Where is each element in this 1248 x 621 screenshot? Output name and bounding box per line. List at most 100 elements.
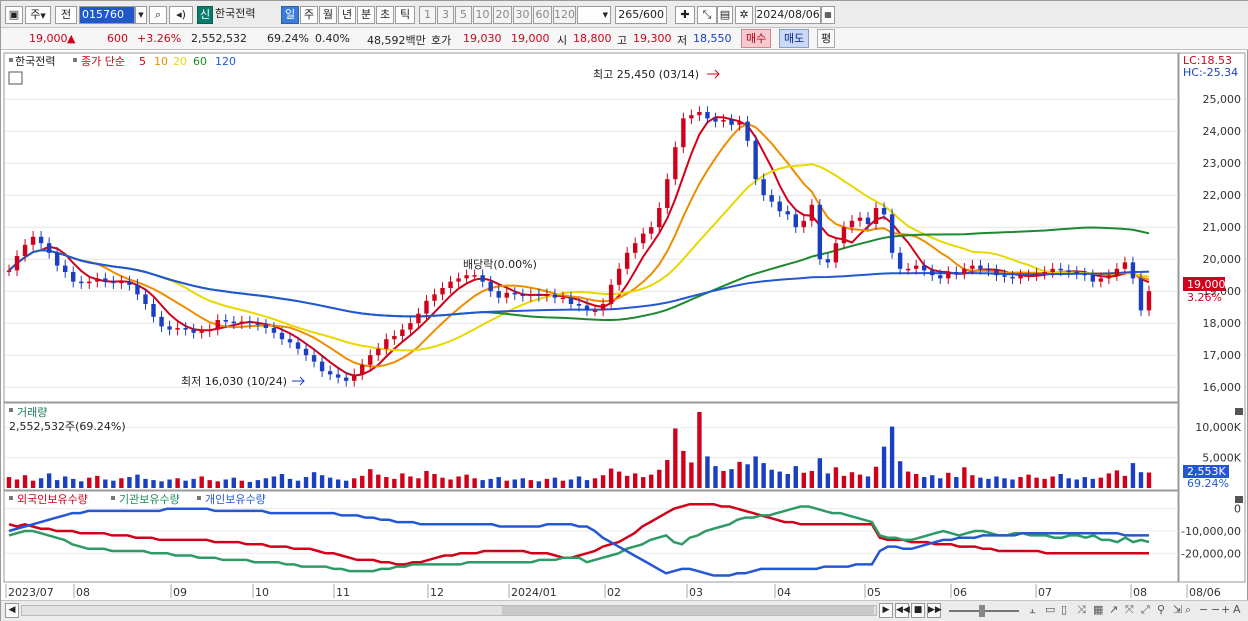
bar-chart-icon[interactable]: ▭ — [1045, 603, 1055, 616]
zoom-out-icon[interactable]: − — [1199, 603, 1208, 616]
count-120[interactable]: 120 — [553, 6, 576, 24]
candle-body — [271, 328, 277, 333]
legend-ma10[interactable]: 10 — [154, 55, 168, 68]
cycle-select[interactable]: 주▼ — [25, 6, 51, 24]
scroll-left-icon[interactable]: ◀ — [5, 603, 19, 618]
legend-institution[interactable]: 기관보유수량 — [119, 493, 180, 506]
chart-area[interactable]: 16,000 17,000 18,000 19,000 20,000 21,000 22,0… — [1, 50, 1247, 600]
volume-bar — [287, 478, 293, 488]
draw-tool-icon[interactable]: ⤡ — [697, 6, 717, 24]
jeon-button[interactable]: 전 — [55, 6, 77, 24]
layout-icon[interactable]: ▦ — [1093, 603, 1103, 616]
horizontal-scrollbar[interactable] — [21, 605, 877, 616]
tools-icon[interactable]: ⚲ — [1157, 603, 1165, 616]
trend-icon[interactable]: ↗ — [1109, 603, 1118, 616]
y-tick-label: 22,000 — [1203, 189, 1242, 202]
period-second[interactable]: 초 — [376, 6, 394, 24]
settings-gear-icon[interactable]: ✲ — [735, 6, 753, 24]
period-week[interactable]: 주 — [300, 6, 318, 24]
count-3[interactable]: 3 — [437, 6, 454, 24]
font-size-icon[interactable]: A — [1233, 603, 1241, 616]
period-day[interactable]: 일 — [281, 6, 299, 24]
legend-stock-name[interactable]: 한국전력 — [15, 55, 55, 68]
export-icon[interactable]: ⇲ — [1173, 603, 1182, 616]
volume-bar — [576, 476, 582, 488]
pyeong-button[interactable]: 평 — [817, 29, 836, 48]
count-60[interactable]: 60 — [533, 6, 552, 24]
legend-bullet-icon — [9, 408, 13, 412]
candle-body — [865, 217, 871, 224]
legend-foreign[interactable]: 외국인보유수량 — [17, 493, 88, 506]
legend-ma5[interactable]: 5 — [139, 55, 146, 68]
shin-badge[interactable]: 신 — [197, 6, 213, 24]
legend-ma-label[interactable]: 종가 단순 — [81, 55, 125, 68]
count-5[interactable]: 5 — [455, 6, 472, 24]
volume-bar — [713, 466, 718, 488]
zoom-slider-handle[interactable] — [979, 605, 985, 617]
volume-bar — [472, 478, 477, 488]
date-input[interactable]: 2024/08/06 — [755, 6, 821, 24]
sell-button[interactable]: 매도 — [779, 29, 810, 48]
count-10[interactable]: 10 — [473, 6, 492, 24]
volume-title[interactable]: 거래량 — [17, 406, 47, 419]
pane-close-icon[interactable] — [1235, 496, 1243, 503]
volume-bar — [665, 460, 670, 488]
window-menu-icon[interactable]: ▣ — [5, 6, 23, 24]
period-year[interactable]: 년 — [338, 6, 356, 24]
compare-icon[interactable]: ⤨ — [1077, 603, 1086, 617]
volume-bar — [239, 480, 245, 488]
scroll-right-icon[interactable]: ▶ — [879, 603, 893, 618]
scrollbar-thumb[interactable] — [502, 606, 874, 615]
volume-bar — [111, 480, 116, 488]
volume-bar — [697, 412, 702, 488]
legend-bullet-icon — [9, 496, 13, 500]
save-icon[interactable]: ▤ — [717, 6, 733, 24]
crosshair-icon[interactable]: ✚ — [675, 6, 695, 24]
search-icon[interactable]: ⌕ — [149, 6, 167, 24]
volume-bar — [729, 469, 734, 488]
volume-bar — [1058, 474, 1063, 488]
stop-icon[interactable]: ■ — [911, 603, 925, 618]
legend-ma20[interactable]: 20 — [173, 55, 187, 68]
count-20[interactable]: 20 — [493, 6, 512, 24]
zoom-icon[interactable]: ⌕ — [1185, 603, 1191, 617]
calendar-icon[interactable]: ▦ — [821, 6, 835, 24]
legend-bullet-icon — [73, 58, 77, 62]
period-month[interactable]: 월 — [319, 6, 337, 24]
volume-bar — [496, 477, 501, 488]
count-30[interactable]: 30 — [513, 6, 532, 24]
buy-button[interactable]: 매수 — [741, 29, 772, 48]
candle-body — [231, 321, 236, 324]
candle-body — [62, 265, 68, 272]
stock-code-input[interactable]: 015760 — [79, 6, 135, 24]
filter-icon[interactable]: ⤢ — [1141, 603, 1150, 617]
candle-body — [938, 275, 943, 279]
fast-forward-icon[interactable]: ▶▶ — [927, 603, 942, 618]
table-toggle-icon[interactable] — [8, 71, 23, 85]
hc-indicator: HC:-25.34 — [1183, 66, 1238, 79]
volume-bar — [480, 480, 485, 488]
candle-body — [761, 179, 766, 196]
candle-body — [857, 217, 863, 221]
legend-ma120[interactable]: 120 — [215, 55, 236, 68]
code-dropdown-icon[interactable]: ▼ — [135, 6, 147, 24]
legend-ma60[interactable]: 60 — [193, 55, 207, 68]
zoom-in-icon[interactable]: + — [1221, 603, 1230, 616]
pattern-icon[interactable]: ⤧ — [1125, 603, 1134, 617]
candle-body — [343, 377, 349, 381]
view-count-field[interactable]: 265/600 — [615, 6, 667, 24]
candle-chart-icon[interactable]: ▯ — [1061, 603, 1067, 616]
count-1[interactable]: 1 — [419, 6, 436, 24]
line-chart-icon[interactable]: ⫠ — [1029, 603, 1036, 617]
candle-body — [970, 265, 975, 269]
period-tick[interactable]: 틱 — [395, 6, 415, 24]
zoom-slider[interactable] — [949, 605, 1019, 617]
low-annotation: 최저 16,030 (10/24) — [181, 375, 287, 388]
speaker-icon[interactable]: ◂) — [169, 6, 193, 24]
legend-individual[interactable]: 개인보유수량 — [205, 493, 266, 506]
minus-icon[interactable]: − — [1211, 603, 1220, 616]
pane-close-icon[interactable] — [1235, 408, 1243, 415]
count-dropdown-icon[interactable]: ▼ — [577, 6, 611, 24]
period-minute[interactable]: 분 — [357, 6, 375, 24]
rewind-icon[interactable]: ◀◀ — [895, 603, 910, 618]
